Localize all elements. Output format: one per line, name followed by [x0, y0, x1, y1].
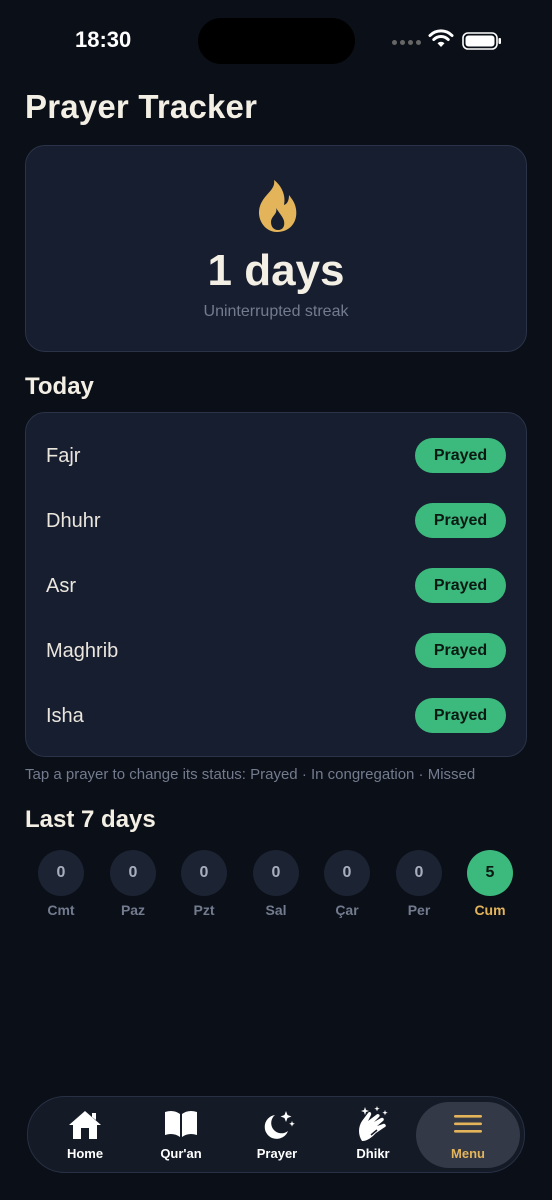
day-label: Paz [120, 902, 146, 918]
prayer-list: Fajr Prayed Dhuhr Prayed Asr Prayed Magh… [25, 412, 527, 757]
streak-label: Uninterrupted streak [203, 303, 349, 320]
prayer-status-badge[interactable]: Prayed [415, 633, 506, 668]
day-label: Sal [265, 902, 287, 918]
status-time: 18:30 [75, 27, 132, 52]
week-heading: Last 7 days [25, 806, 156, 833]
day-item: 0 Cmt [38, 850, 84, 918]
hands-sparkle-icon [359, 1106, 388, 1141]
prayer-name: Asr [46, 575, 76, 597]
day-count: 0 [253, 850, 299, 896]
tab-label: Menu [451, 1146, 485, 1161]
day-label: Çar [335, 902, 359, 918]
prayer-status-badge[interactable]: Prayed [415, 698, 506, 733]
prayer-row-fajr[interactable]: Fajr Prayed [26, 431, 526, 481]
prayer-tracker-screen: 18:30 Prayer Tracker 1 days Uninterrupte… [0, 0, 552, 1200]
day-label: Cum [474, 902, 506, 918]
book-icon [165, 1110, 197, 1137]
tab-quran[interactable]: Qur'an [133, 1097, 229, 1174]
prayer-status-badge[interactable]: Prayed [415, 568, 506, 603]
hamburger-icon [454, 1115, 482, 1133]
prayer-row-isha[interactable]: Isha Prayed [26, 691, 526, 741]
day-item: 0 Sal [253, 850, 299, 918]
prayer-row-asr[interactable]: Asr Prayed [26, 561, 526, 611]
prayer-name: Maghrib [46, 640, 119, 662]
prayer-row-dhuhr[interactable]: Dhuhr Prayed [26, 496, 526, 546]
status-hint: Tap a prayer to change its status: Praye… [25, 766, 476, 783]
prayer-name: Isha [46, 705, 84, 727]
prayer-status-badge[interactable]: Prayed [415, 503, 506, 538]
day-count: 0 [396, 850, 442, 896]
tab-dhikr[interactable]: Dhikr [325, 1097, 421, 1174]
prayer-row-maghrib[interactable]: Maghrib Prayed [26, 626, 526, 676]
tab-label: Prayer [256, 1146, 298, 1161]
day-count: 0 [181, 850, 227, 896]
day-label: Cmt [47, 902, 75, 918]
day-count: 0 [324, 850, 370, 896]
day-count: 0 [38, 850, 84, 896]
today-heading: Today [25, 373, 94, 400]
tab-bar: Home Qur'an Prayer Dhikr Menu [27, 1096, 525, 1173]
tab-label: Home [66, 1146, 104, 1161]
streak-value: 1 days [207, 246, 345, 295]
moon-stars-icon [264, 1111, 295, 1139]
battery-icon [462, 32, 501, 50]
day-item: 0 Çar [324, 850, 370, 918]
tab-home[interactable]: Home [37, 1097, 133, 1174]
day-label: Pzt [193, 902, 215, 918]
wifi-icon [428, 29, 454, 47]
tab-prayer[interactable]: Prayer [229, 1097, 325, 1174]
day-item: 0 Pzt [181, 850, 227, 918]
prayer-name: Dhuhr [46, 510, 101, 532]
day-item: 0 Per [396, 850, 442, 918]
tab-label: Qur'an [160, 1146, 202, 1161]
tab-label: Dhikr [356, 1146, 390, 1161]
day-item: 0 Paz [110, 850, 156, 918]
tab-menu[interactable]: Menu [416, 1102, 520, 1168]
dynamic-island [198, 18, 355, 64]
cellular-signal-icon [392, 40, 421, 45]
day-count: 5 [467, 850, 513, 896]
flame-icon [258, 180, 297, 232]
prayer-status-badge[interactable]: Prayed [415, 438, 506, 473]
status-bar: 18:30 [0, 0, 552, 80]
house-icon [69, 1111, 101, 1139]
day-item-today: 5 Cum [467, 850, 513, 918]
day-count: 0 [110, 850, 156, 896]
page-title: Prayer Tracker [25, 88, 258, 125]
day-label: Per [407, 902, 431, 918]
prayer-name: Fajr [46, 445, 81, 467]
streak-card: 1 days Uninterrupted streak [25, 145, 527, 352]
